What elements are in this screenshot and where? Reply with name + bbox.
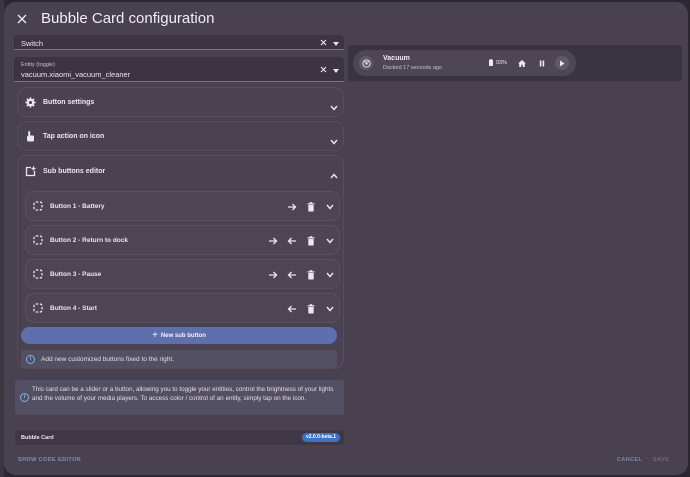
dashed-square-icon (32, 302, 44, 314)
pause-icon[interactable] (535, 56, 549, 70)
sub-buttons-info-text: Add new customized buttons fixed to the … (41, 355, 174, 363)
card-type-value: Switch (21, 39, 44, 48)
entity-select[interactable]: Entity (toggle) vacuum.xiaomi_vacuum_cle… (14, 57, 344, 82)
vacuum-bubble-card[interactable]: Vacuum Docked 17 seconds ago 93% (353, 50, 576, 76)
arrow-right-icon[interactable] (266, 234, 279, 247)
sub-button-label: Button 2 - Return to dock (50, 236, 128, 244)
hand-tap-icon (23, 129, 37, 143)
dropdown-arrow-icon[interactable] (333, 60, 339, 78)
dashed-square-icon (32, 234, 44, 246)
battery-sub-button[interactable]: 93% (489, 59, 507, 66)
info-icon: i (20, 393, 29, 402)
chevron-down-icon[interactable] (330, 98, 338, 116)
show-code-editor-button[interactable]: SHOW CODE EDITOR (18, 457, 81, 463)
gear-icon (23, 95, 37, 109)
chevron-down-icon[interactable] (323, 268, 336, 281)
delete-icon[interactable] (304, 200, 317, 213)
arrow-left-icon[interactable] (285, 268, 298, 281)
dashed-square-icon (32, 268, 44, 280)
sub-buttons-header[interactable]: Sub buttons editor (18, 156, 343, 186)
sub-buttons-info: i Add new customized buttons fixed to th… (21, 350, 337, 368)
entity-field-value: vacuum.xiaomi_vacuum_cleaner (21, 70, 131, 79)
chevron-down-icon[interactable] (323, 302, 336, 315)
config-dialog: Bubble Card configuration Switch Entity … (4, 2, 688, 475)
bubble-card-footer: Bubble Card v2.0.0-beta.1 (15, 430, 344, 445)
panel-label: Button settings (43, 98, 95, 106)
dialog-header: Bubble Card configuration (4, 2, 688, 35)
entity-state: Docked 17 seconds ago (383, 65, 443, 71)
card-type-select[interactable]: Switch (14, 35, 344, 50)
cancel-button[interactable]: CANCEL (617, 457, 642, 463)
editor-pane: Switch Entity (toggle) vacuum.xiaomi_vac… (14, 35, 348, 447)
battery-value: 93% (496, 59, 508, 66)
new-sub-button[interactable]: + New sub button (21, 327, 337, 344)
panel-tap-action[interactable]: Tap action on icon (17, 121, 344, 151)
chevron-up-icon[interactable] (330, 166, 338, 184)
plus-icon: + (152, 329, 158, 341)
new-sub-button-label: New sub button (160, 332, 206, 339)
arrow-right-icon[interactable] (285, 200, 298, 213)
arrow-left-icon[interactable] (285, 302, 298, 315)
robot-vacuum-icon[interactable] (359, 56, 373, 70)
sub-button-label: Button 3 - Pause (50, 270, 102, 278)
sub-button-row[interactable]: Button 3 - Pause (25, 259, 340, 289)
chevron-down-icon[interactable] (323, 200, 336, 213)
panel-label: Tap action on icon (43, 132, 105, 140)
version-badge: v2.0.0-beta.1 (301, 433, 340, 442)
arrow-left-icon[interactable] (285, 234, 298, 247)
panel-label: Sub buttons editor (43, 167, 106, 175)
clear-icon[interactable] (320, 35, 327, 51)
entity-field-label: Entity (toggle) (21, 62, 55, 68)
add-box-icon (23, 164, 37, 178)
info-icon: i (26, 354, 35, 364)
dialog-title: Bubble Card configuration (41, 10, 215, 27)
dashed-square-icon (32, 200, 44, 212)
save-button[interactable]: SAVE (653, 457, 669, 463)
sub-button-label: Button 1 - Battery (50, 202, 105, 210)
clear-icon[interactable] (320, 60, 327, 78)
panel-button-settings[interactable]: Button settings (17, 87, 344, 117)
delete-icon[interactable] (304, 234, 317, 247)
dialog-actions: SHOW CODE EDITOR CANCEL SAVE (4, 454, 688, 468)
sub-button-row[interactable]: Button 1 - Battery (25, 191, 340, 221)
sub-button-label: Button 4 - Start (50, 304, 97, 312)
dropdown-arrow-icon[interactable] (333, 35, 339, 51)
delete-icon[interactable] (304, 302, 317, 315)
chevron-down-icon[interactable] (330, 132, 338, 150)
battery-icon (489, 59, 493, 66)
footer-title: Bubble Card (21, 434, 54, 441)
entity-name: Vacuum (383, 55, 410, 62)
home-icon[interactable] (515, 56, 529, 70)
sub-button-row[interactable]: Button 4 - Start (25, 293, 340, 323)
card-preview: Vacuum Docked 17 seconds ago 93% (348, 45, 682, 81)
delete-icon[interactable] (304, 268, 317, 281)
card-info: i This card can be a slider or a button,… (15, 380, 344, 415)
chevron-down-icon[interactable] (323, 234, 336, 247)
arrow-right-icon[interactable] (266, 268, 279, 281)
close-icon[interactable] (12, 9, 32, 29)
card-info-text: This card can be a slider or a button, a… (32, 386, 334, 402)
play-icon[interactable] (555, 56, 569, 70)
sub-button-row[interactable]: Button 2 - Return to dock (25, 225, 340, 255)
